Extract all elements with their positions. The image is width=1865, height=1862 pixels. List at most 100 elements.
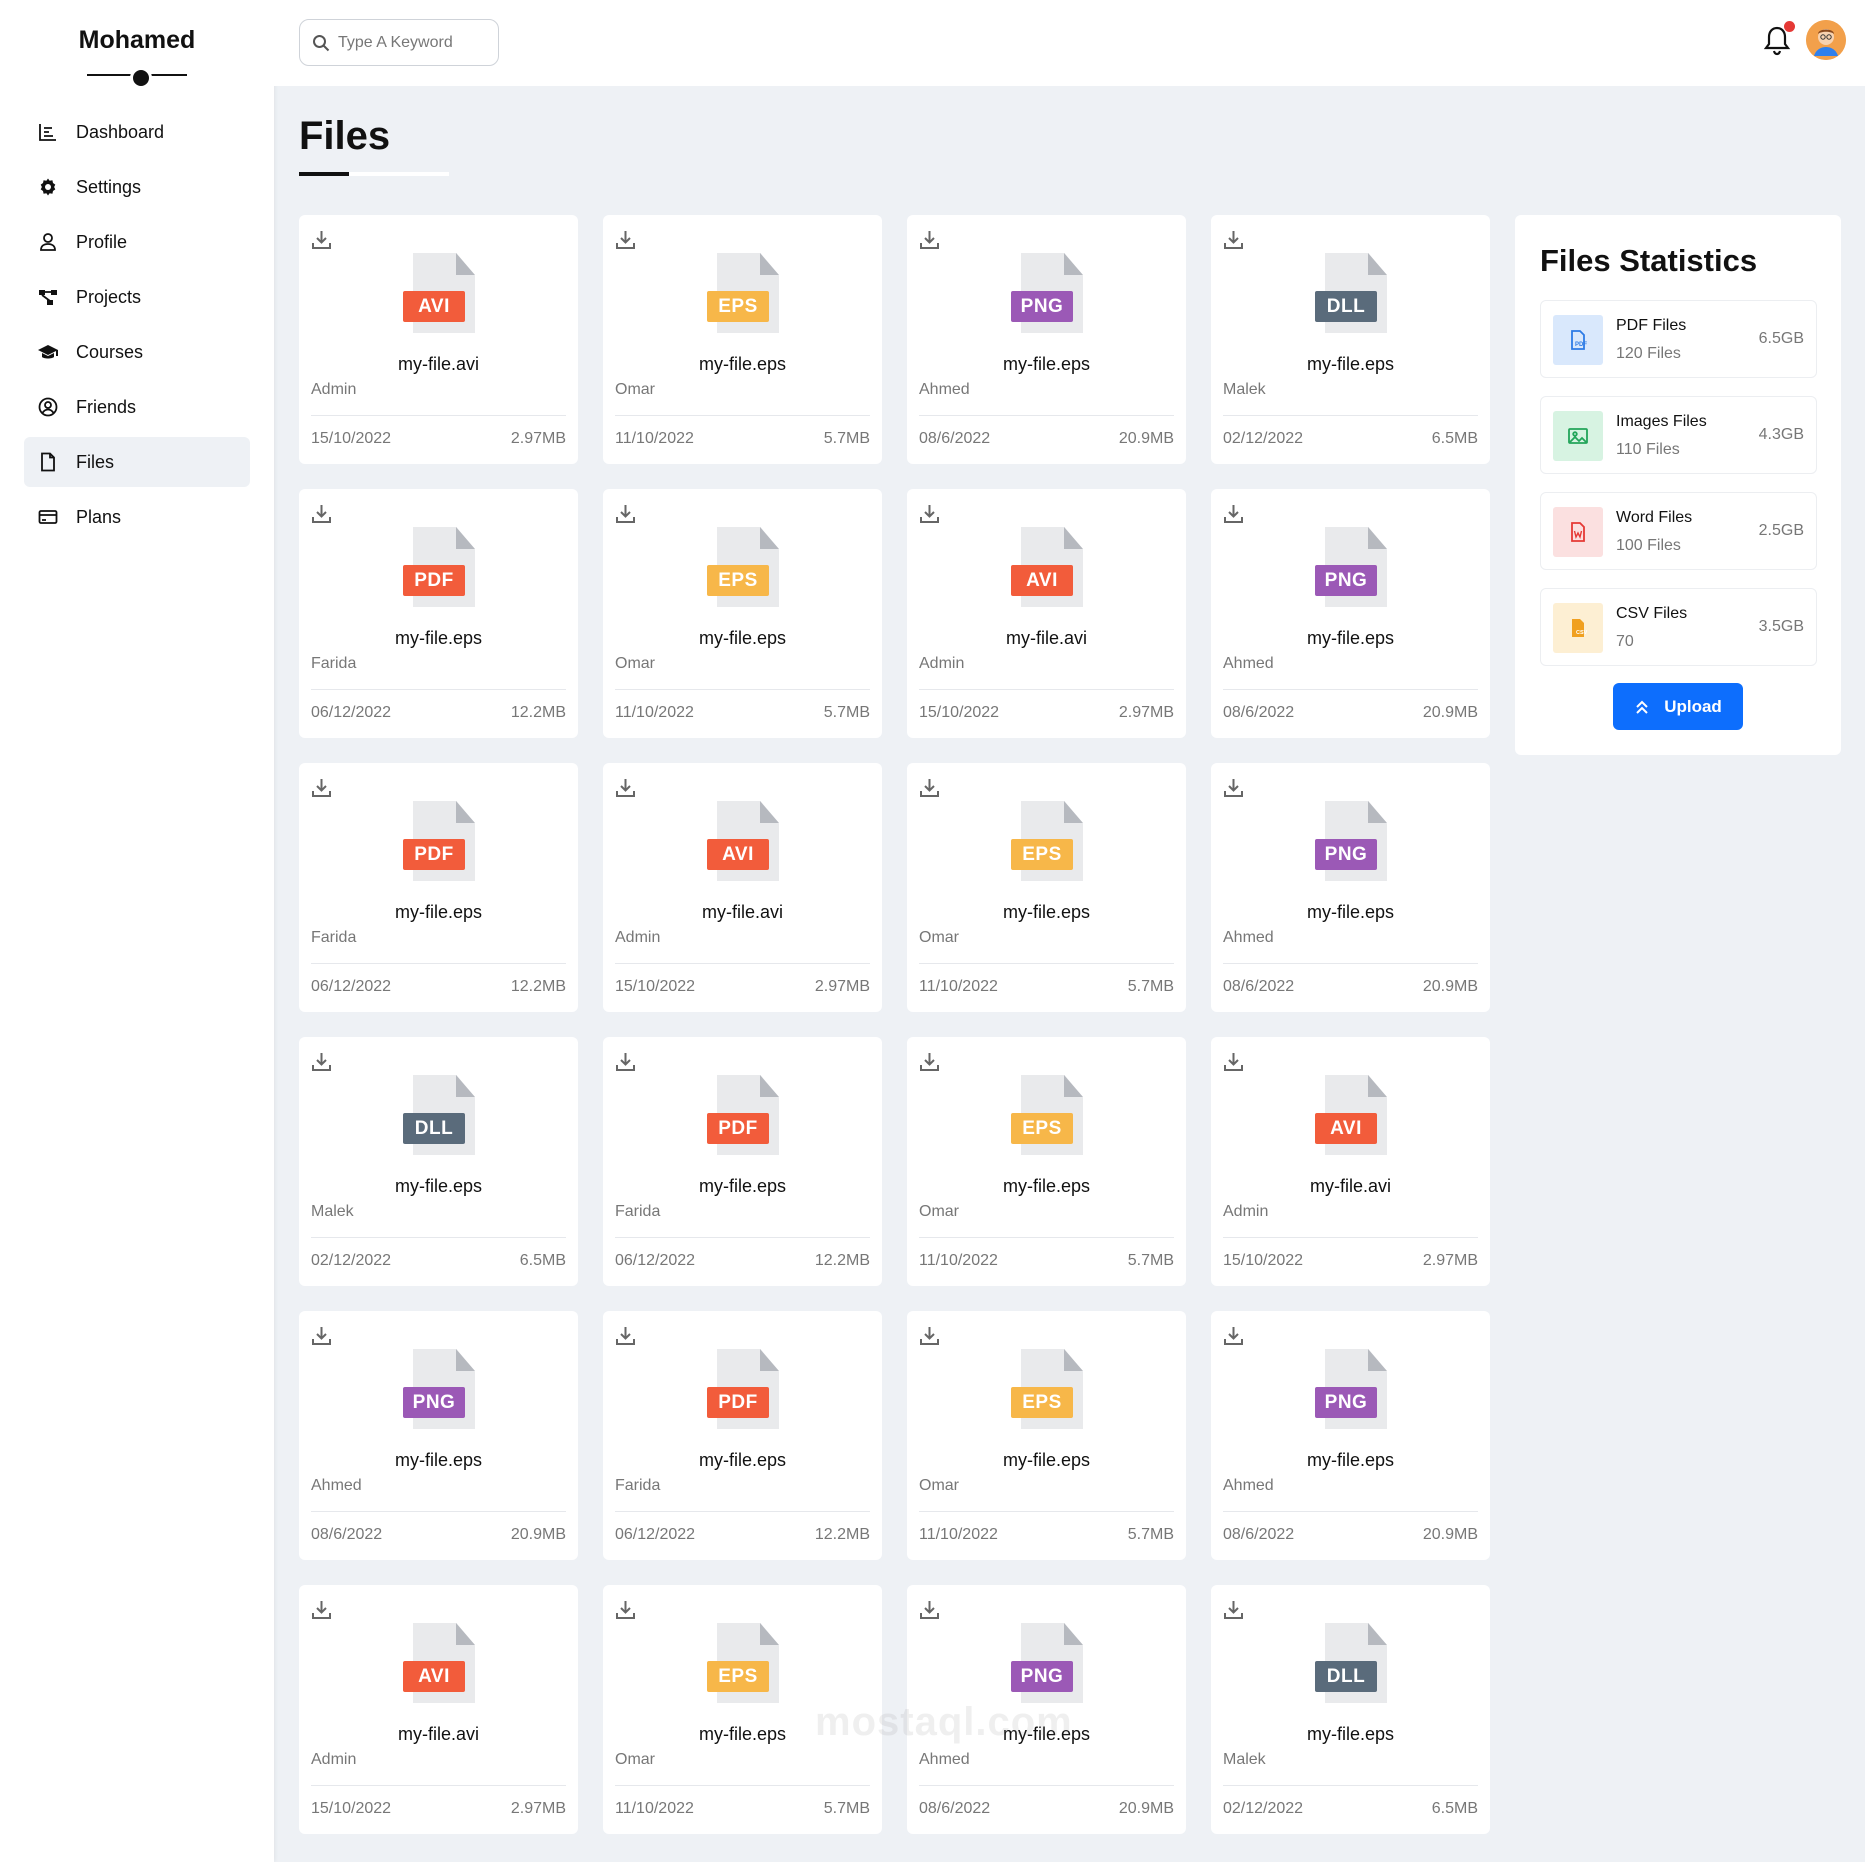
sidebar-item-settings[interactable]: Settings (24, 162, 250, 212)
csv-file-icon: CSV (1553, 603, 1603, 653)
file-card[interactable]: AVI my-file.avi Admin 15/10/2022 2.97MB (603, 763, 882, 1012)
file-size: 2.97MB (510, 430, 566, 447)
download-icon[interactable] (311, 503, 332, 524)
file-type-icon: AVI (403, 253, 475, 335)
download-icon[interactable] (1223, 229, 1244, 250)
sidebar-item-files[interactable]: Files (24, 437, 250, 487)
file-card[interactable]: PDF my-file.eps Farida 06/12/2022 12.2MB (603, 1037, 882, 1286)
search-box[interactable] (299, 19, 499, 66)
sidebar-item-friends[interactable]: Friends (24, 382, 250, 432)
card-divider (311, 415, 566, 416)
file-card[interactable]: EPS my-file.eps Omar 11/10/2022 5.7MB (907, 763, 1186, 1012)
file-name: my-file.eps (394, 628, 483, 648)
file-card[interactable]: PDF my-file.eps Farida 06/12/2022 12.2MB (299, 489, 578, 738)
download-icon[interactable] (1223, 503, 1244, 524)
file-date: 08/6/2022 (1223, 978, 1295, 995)
download-icon[interactable] (1223, 1325, 1244, 1346)
file-type-icon: PDF (707, 1075, 779, 1157)
file-type-icon: AVI (1315, 1075, 1387, 1157)
download-icon[interactable] (615, 1325, 636, 1346)
file-card[interactable]: PDF my-file.eps Farida 06/12/2022 12.2MB (299, 763, 578, 1012)
download-icon[interactable] (311, 1599, 332, 1620)
file-card[interactable]: PNG my-file.eps Ahmed 08/6/2022 20.9MB (1211, 489, 1490, 738)
file-card[interactable]: DLL my-file.eps Malek 02/12/2022 6.5MB (299, 1037, 578, 1286)
download-icon[interactable] (615, 503, 636, 524)
file-card[interactable]: PNG my-file.eps Ahmed 08/6/2022 20.9MB (1211, 763, 1490, 1012)
file-card[interactable]: EPS my-file.eps Omar 11/10/2022 5.7MB (603, 215, 882, 464)
sidebar-item-courses[interactable]: Courses (24, 327, 250, 377)
download-icon[interactable] (1223, 1051, 1244, 1072)
search-input[interactable] (338, 33, 478, 52)
stat-pdf-files[interactable]: PDF PDF Files 120 Files 6.5GB (1540, 300, 1817, 378)
file-card[interactable]: AVI my-file.avi Admin 15/10/2022 2.97MB (299, 1585, 578, 1834)
file-type-tag: PNG (1315, 565, 1377, 596)
file-card[interactable]: DLL my-file.eps Malek 02/12/2022 6.5MB (1211, 1585, 1490, 1834)
sidebar-item-plans[interactable]: Plans (24, 492, 250, 542)
download-icon[interactable] (919, 229, 940, 250)
file-owner: Omar (919, 929, 959, 946)
download-icon[interactable] (615, 1599, 636, 1620)
stat-images-files[interactable]: Images Files 110 Files 4.3GB (1540, 396, 1817, 474)
chart-bar-icon (39, 124, 56, 141)
file-owner: Farida (615, 1203, 661, 1220)
file-card[interactable]: AVI my-file.avi Admin 15/10/2022 2.97MB (1211, 1037, 1490, 1286)
stat-size: 3.5GB (1758, 618, 1804, 635)
card-divider (615, 1511, 870, 1512)
download-icon[interactable] (919, 1051, 940, 1072)
file-date: 08/6/2022 (919, 1800, 991, 1817)
sidebar-item-profile[interactable]: Profile (24, 217, 250, 267)
download-icon[interactable] (1223, 777, 1244, 798)
file-type-tag: AVI (1011, 565, 1073, 596)
download-icon[interactable] (919, 1599, 940, 1620)
sidebar-item-label: Friends (76, 396, 137, 417)
download-icon[interactable] (919, 503, 940, 524)
file-name: my-file.eps (1002, 1176, 1091, 1196)
sidebar-item-label: Projects (76, 286, 142, 307)
file-size: 20.9MB (1422, 1526, 1478, 1543)
download-icon[interactable] (919, 777, 940, 798)
download-icon[interactable] (311, 229, 332, 250)
file-owner: Farida (615, 1477, 661, 1494)
sidebar-item-label: Files (76, 451, 115, 472)
sidebar-item-projects[interactable]: Projects (24, 272, 250, 322)
page-title: Files (299, 114, 391, 158)
file-card[interactable]: PNG my-file.eps Ahmed 08/6/2022 20.9MB (299, 1311, 578, 1560)
stat-word-files[interactable]: Word Files 100 Files 2.5GB (1540, 492, 1817, 570)
upload-button[interactable]: Upload (1613, 683, 1743, 730)
card-divider (919, 415, 1174, 416)
credit-card-icon (38, 510, 58, 524)
download-icon[interactable] (615, 229, 636, 250)
download-icon[interactable] (615, 1051, 636, 1072)
stat-csv-files[interactable]: CSV CSV Files 70 3.5GB (1540, 588, 1817, 666)
file-card[interactable]: PDF my-file.eps Farida 06/12/2022 12.2MB (603, 1311, 882, 1560)
file-type-icon: AVI (1011, 527, 1083, 609)
stat-count: 70 (1616, 633, 1634, 650)
download-icon[interactable] (311, 777, 332, 798)
file-card[interactable]: PNG my-file.eps Ahmed 08/6/2022 20.9MB (1211, 1311, 1490, 1560)
download-icon[interactable] (311, 1051, 332, 1072)
download-icon[interactable] (919, 1325, 940, 1346)
file-card[interactable]: EPS my-file.eps Omar 11/10/2022 5.7MB (907, 1311, 1186, 1560)
avatar[interactable] (1806, 20, 1846, 60)
file-card[interactable]: EPS my-file.eps Omar 11/10/2022 5.7MB (907, 1037, 1186, 1286)
file-size: 12.2MB (510, 978, 566, 995)
file-card[interactable]: AVI my-file.avi Admin 15/10/2022 2.97MB (299, 215, 578, 464)
file-owner: Omar (919, 1203, 959, 1220)
file-card[interactable]: DLL my-file.eps Malek 02/12/2022 6.5MB (1211, 215, 1490, 464)
card-divider (919, 1785, 1174, 1786)
download-icon[interactable] (311, 1325, 332, 1346)
file-card[interactable]: AVI my-file.avi Admin 15/10/2022 2.97MB (907, 489, 1186, 738)
download-icon[interactable] (615, 777, 636, 798)
file-owner: Omar (615, 381, 655, 398)
file-card[interactable]: EPS my-file.eps Omar 11/10/2022 5.7MB (603, 489, 882, 738)
file-size: 2.97MB (510, 1800, 566, 1817)
file-type-tag: DLL (1315, 291, 1377, 322)
file-type-icon: DLL (1315, 253, 1387, 335)
download-icon[interactable] (1223, 1599, 1244, 1620)
file-size: 5.7MB (823, 704, 870, 721)
file-card[interactable]: PNG my-file.eps Ahmed 08/6/2022 20.9MB (907, 215, 1186, 464)
sidebar-item-dashboard[interactable]: Dashboard (24, 107, 250, 157)
file-type-tag: PDF (403, 565, 465, 596)
file-name: my-file.eps (1306, 1450, 1395, 1470)
sidebar-item-label: Plans (76, 506, 122, 527)
